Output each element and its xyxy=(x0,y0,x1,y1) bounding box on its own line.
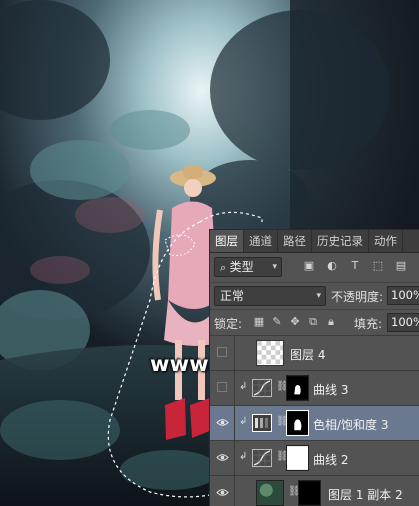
blend-mode-value: 正常 xyxy=(220,289,245,303)
chain-link-icon: ⛓︎ xyxy=(288,486,301,497)
smart-object-filter-icon[interactable]: ▤ xyxy=(394,259,408,273)
tab-layers[interactable]: 图层 xyxy=(210,230,244,252)
layer-name: 图层 4 xyxy=(290,348,326,362)
layers-panel: 图层 通道 路径 历史记录 动作 ⌕ 类型 ▾ ▣ ◐ T ⬚ ▤ 正常 ▾ 不… xyxy=(209,229,419,506)
divider xyxy=(234,336,235,371)
checkerboard-icon[interactable]: ▦ xyxy=(252,315,266,329)
visibility-toggle-off[interactable] xyxy=(217,382,227,392)
tab-actions[interactable]: 动作 xyxy=(369,230,403,252)
search-icon: ⌕ xyxy=(220,261,230,274)
layer-mask-thumbnail xyxy=(286,410,309,436)
curves-adjustment-icon xyxy=(252,449,272,467)
adjustment-filter-icon[interactable]: ◐ xyxy=(325,259,339,273)
layer-mask-thumbnail xyxy=(298,480,321,506)
lock-row: 锁定: ▦ ✎ ✥ ⧉ 🔒︎ 填充: 100% xyxy=(210,309,419,335)
layer-mask-thumbnail xyxy=(286,375,309,401)
divider xyxy=(234,406,235,441)
chain-link-icon: ⛓︎ xyxy=(276,381,289,392)
layer-name: 曲线 2 xyxy=(313,453,349,467)
lock-label: 锁定: xyxy=(214,317,243,331)
layer-thumbnail-checkerboard xyxy=(256,340,284,366)
fill-input[interactable]: 100% xyxy=(387,313,419,332)
layer-mask-thumbnail xyxy=(286,445,309,471)
hue-saturation-adjustment-icon xyxy=(252,414,272,432)
type-filter-icon[interactable]: T xyxy=(348,259,362,273)
layer-row[interactable]: ↲ ⛓︎ 曲线 2 xyxy=(210,440,419,476)
pixel-filter-icon[interactable]: ▣ xyxy=(302,259,316,273)
chevron-down-icon: ▾ xyxy=(272,262,277,272)
layer-row[interactable]: ↲ ⛓︎ 曲线 3 xyxy=(210,370,419,406)
divider xyxy=(234,441,235,476)
move-icon[interactable]: ✥ xyxy=(288,315,302,329)
clip-arrow-icon: ↲ xyxy=(239,451,248,462)
lock-icon[interactable]: 🔒︎ xyxy=(324,315,338,329)
layer-name: 色相/饱和度 3 xyxy=(313,418,389,432)
opacity-input[interactable]: 100% xyxy=(387,286,419,305)
layer-filter-row: ⌕ 类型 ▾ ▣ ◐ T ⬚ ▤ xyxy=(210,253,419,281)
eye-icon[interactable] xyxy=(216,486,229,499)
layer-row-selected[interactable]: ↲ ⛓︎ 色相/饱和度 3 xyxy=(210,405,419,441)
clip-arrow-icon: ↲ xyxy=(239,416,248,427)
shape-filter-icon[interactable]: ⬚ xyxy=(371,259,385,273)
tab-paths[interactable]: 路径 xyxy=(278,230,312,252)
tab-channels[interactable]: 通道 xyxy=(244,230,278,252)
clip-arrow-icon: ↲ xyxy=(239,381,248,392)
eye-icon[interactable] xyxy=(216,451,229,464)
opacity-label: 不透明度: xyxy=(331,290,384,304)
blend-mode-select[interactable]: 正常 ▾ xyxy=(214,286,326,306)
blend-mode-row: 正常 ▾ 不透明度: 100% xyxy=(210,282,419,309)
layer-name: 曲线 3 xyxy=(313,383,349,397)
artboard-lock-icon[interactable]: ⧉ xyxy=(306,315,320,329)
panel-tab-bar: 图层 通道 路径 历史记录 动作 xyxy=(210,230,419,253)
tab-history[interactable]: 历史记录 xyxy=(312,230,369,252)
visibility-toggle-off[interactable] xyxy=(217,347,227,357)
chain-link-icon: ⛓︎ xyxy=(276,451,289,462)
layer-row[interactable]: 图层 4 xyxy=(210,335,419,371)
layer-row[interactable]: ⛓︎ 图层 1 副本 2 xyxy=(210,475,419,506)
layer-name: 图层 1 副本 2 xyxy=(328,488,403,502)
divider xyxy=(234,476,235,506)
fill-label: 填充: xyxy=(354,317,383,331)
layer-kind-label: 类型 xyxy=(229,260,254,274)
curves-adjustment-icon xyxy=(252,379,272,397)
eye-icon[interactable] xyxy=(216,416,229,429)
chain-link-icon: ⛓︎ xyxy=(276,416,289,427)
divider xyxy=(234,371,235,406)
brush-icon[interactable]: ✎ xyxy=(270,315,284,329)
layer-thumbnail-photo xyxy=(256,480,284,506)
layer-kind-filter[interactable]: ⌕ 类型 ▾ xyxy=(214,257,282,277)
chevron-down-icon: ▾ xyxy=(316,291,321,301)
